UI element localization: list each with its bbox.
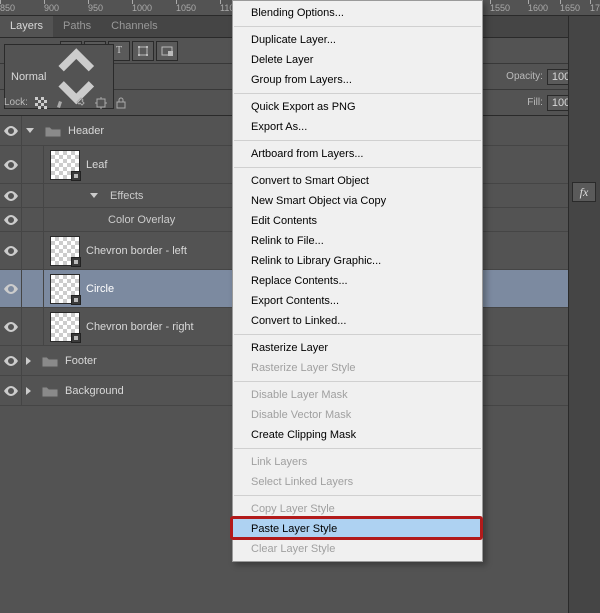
visibility-toggle[interactable]: [0, 308, 22, 345]
menu-item: Copy Layer Style: [233, 499, 482, 519]
smart-object-badge-icon: [71, 257, 81, 267]
fx-badge[interactable]: fx: [572, 182, 596, 202]
smart-object-badge-icon: [71, 333, 81, 343]
menu-separator: [234, 167, 481, 168]
folder-icon: [41, 354, 59, 368]
layer-name: Header: [68, 125, 104, 137]
layer-thumbnail[interactable]: [50, 274, 80, 304]
ruler-tick: 1650: [560, 0, 580, 15]
visibility-toggle[interactable]: [0, 232, 22, 269]
menu-item[interactable]: Group from Layers...: [233, 70, 482, 90]
lock-pixels-icon[interactable]: [52, 94, 70, 112]
menu-item[interactable]: Edit Contents: [233, 211, 482, 231]
menu-item: Disable Vector Mask: [233, 405, 482, 425]
menu-item: Rasterize Layer Style: [233, 358, 482, 378]
menu-item[interactable]: New Smart Object via Copy: [233, 191, 482, 211]
menu-item: Select Linked Layers: [233, 472, 482, 492]
lock-transparency-icon[interactable]: [32, 94, 50, 112]
ruler-tick: 850: [0, 0, 15, 15]
lock-artboard-icon[interactable]: [92, 94, 110, 112]
ruler-tick: 1550: [490, 0, 510, 15]
ruler-tick: 900: [44, 0, 59, 15]
expand-toggle-icon[interactable]: [26, 387, 31, 395]
visibility-toggle[interactable]: [0, 346, 22, 375]
menu-item[interactable]: Export Contents...: [233, 291, 482, 311]
visibility-toggle[interactable]: [0, 376, 22, 405]
menu-item[interactable]: Paste Layer Style: [233, 519, 482, 539]
layer-name: Circle: [86, 283, 114, 295]
tab-channels[interactable]: Channels: [101, 16, 167, 37]
dock-strip: fx: [568, 16, 600, 613]
menu-item[interactable]: Relink to File...: [233, 231, 482, 251]
menu-item: Clear Layer Style: [233, 539, 482, 559]
menu-separator: [234, 140, 481, 141]
visibility-toggle[interactable]: [0, 270, 22, 307]
visibility-toggle[interactable]: [0, 116, 22, 145]
opacity-label: Opacity:: [506, 71, 543, 82]
fill-label: Fill:: [527, 97, 543, 108]
menu-item[interactable]: Rasterize Layer: [233, 338, 482, 358]
layer-thumbnail[interactable]: [50, 236, 80, 266]
menu-item[interactable]: Blending Options...: [233, 3, 482, 23]
menu-separator: [234, 26, 481, 27]
folder-icon: [41, 384, 59, 398]
layer-name: Footer: [65, 355, 97, 367]
lock-label: Lock:: [4, 97, 28, 108]
layer-thumbnail[interactable]: [50, 150, 80, 180]
smart-object-badge-icon: [71, 171, 81, 181]
layer-name: Background: [65, 385, 124, 397]
visibility-toggle[interactable]: [0, 184, 22, 207]
effects-label: Effects: [110, 190, 143, 202]
layer-name: Leaf: [86, 159, 107, 171]
menu-separator: [234, 334, 481, 335]
menu-item[interactable]: Convert to Smart Object: [233, 171, 482, 191]
menu-separator: [234, 381, 481, 382]
expand-toggle-icon[interactable]: [26, 128, 34, 133]
context-menu: Blending Options... Duplicate Layer...Del…: [232, 0, 483, 562]
menu-separator: [234, 495, 481, 496]
smart-object-badge-icon: [71, 295, 81, 305]
menu-separator: [234, 448, 481, 449]
menu-item[interactable]: Replace Contents...: [233, 271, 482, 291]
ruler-tick: 1050: [176, 0, 196, 15]
layer-thumbnail[interactable]: [50, 312, 80, 342]
menu-item[interactable]: Relink to Library Graphic...: [233, 251, 482, 271]
menu-item: Disable Layer Mask: [233, 385, 482, 405]
menu-separator: [234, 93, 481, 94]
menu-item[interactable]: Artboard from Layers...: [233, 144, 482, 164]
menu-item[interactable]: Export As...: [233, 117, 482, 137]
visibility-toggle[interactable]: [0, 146, 22, 183]
menu-item[interactable]: Create Clipping Mask: [233, 425, 482, 445]
filter-shape-icon[interactable]: [132, 41, 154, 61]
tab-layers[interactable]: Layers: [0, 16, 53, 37]
menu-item[interactable]: Delete Layer: [233, 50, 482, 70]
blend-mode-value: Normal: [11, 71, 46, 83]
filter-smart-icon[interactable]: [156, 41, 178, 61]
expand-toggle-icon[interactable]: [90, 193, 98, 198]
effect-name: Color Overlay: [108, 214, 175, 226]
layer-name: Chevron border - right: [86, 321, 194, 333]
lock-all-icon[interactable]: [112, 94, 130, 112]
menu-item: Link Layers: [233, 452, 482, 472]
menu-item[interactable]: Quick Export as PNG: [233, 97, 482, 117]
ruler-tick: 1600: [528, 0, 548, 15]
visibility-toggle[interactable]: [0, 208, 22, 231]
menu-item[interactable]: Duplicate Layer...: [233, 30, 482, 50]
ruler-tick: 1000: [132, 0, 152, 15]
ruler-tick: 950: [88, 0, 103, 15]
tab-paths[interactable]: Paths: [53, 16, 101, 37]
expand-toggle-icon[interactable]: [26, 357, 31, 365]
ruler-tick: 1700: [590, 0, 600, 15]
menu-item[interactable]: Convert to Linked...: [233, 311, 482, 331]
layer-name: Chevron border - left: [86, 245, 187, 257]
lock-position-icon[interactable]: [72, 94, 90, 112]
folder-icon: [44, 124, 62, 138]
